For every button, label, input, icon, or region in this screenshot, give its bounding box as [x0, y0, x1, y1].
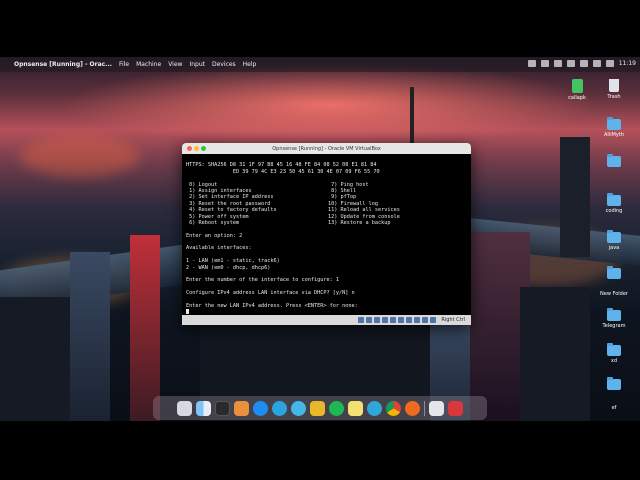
app-name[interactable]: Opnsense [Running] - Orac... [14, 61, 112, 68]
spotify-icon[interactable] [329, 400, 344, 416]
desktop-icon-ef[interactable]: ef [594, 405, 634, 411]
trash-dock-icon[interactable] [429, 400, 444, 416]
usb-icon[interactable] [390, 317, 397, 323]
maximize-button[interactable] [201, 146, 206, 151]
minimize-button[interactable] [194, 146, 199, 151]
window-title: Opnsense [Running] - Oracle VM VirtualBo… [272, 145, 381, 152]
vm-console[interactable]: HTTPS: SHA256 D8 31 1F 97 B8 45 16 48 FE… [182, 154, 471, 315]
menubar-clock[interactable]: 11:19 [619, 60, 636, 67]
menu-option: 12) Update from console [328, 213, 400, 220]
desktop-icon-allimyth[interactable]: AlliMyth [594, 117, 634, 138]
menu-machine[interactable]: Machine [136, 61, 161, 68]
desktop-icon-label: callapk [568, 95, 586, 101]
desktop-icon-folder-11[interactable] [594, 377, 634, 392]
desktop-icon-new-folder[interactable]: New Folder [594, 278, 634, 297]
desktop-icon-label: New Folder [600, 291, 628, 297]
folder-icon [607, 308, 621, 321]
status-icon-1[interactable] [527, 60, 536, 67]
menu-input[interactable]: Input [189, 61, 205, 68]
desktop-icon-label: coding [605, 208, 623, 214]
firefox-icon[interactable] [405, 400, 420, 416]
telegram-icon[interactable] [272, 400, 287, 416]
desktop-icon-xd[interactable]: xd [594, 343, 634, 364]
desktop-icon-callapk[interactable]: callapk [557, 79, 597, 101]
finder-icon[interactable] [196, 400, 211, 416]
trash-icon [609, 79, 619, 92]
desktop-icon-telegram[interactable]: Telegram [594, 308, 634, 329]
console-menu: 0) Logout 1) Assign interfaces 2) Set in… [186, 182, 471, 227]
desktop-icon-java[interactable]: java [594, 230, 634, 251]
desktop-icon-label: java [608, 245, 620, 251]
vpn-icon[interactable] [291, 400, 306, 416]
menu-option: 6) Reboot system [186, 219, 240, 226]
network-icon[interactable] [382, 317, 389, 323]
notes-icon[interactable] [348, 400, 363, 416]
menu-file[interactable]: File [119, 61, 129, 68]
optical-drive-icon[interactable] [366, 317, 373, 323]
edge-icon[interactable] [367, 400, 382, 416]
menu-bar: Opnsense [Running] - Orac... File Machin… [0, 57, 640, 72]
host-key-label: Right Ctrl [441, 317, 465, 323]
folder-icon [607, 377, 621, 390]
menu-devices[interactable]: Devices [212, 61, 236, 68]
recording-icon[interactable] [414, 317, 421, 323]
instruments-icon[interactable] [234, 400, 249, 416]
menu-help[interactable]: Help [243, 61, 257, 68]
desktop-icon-label: ef [611, 405, 617, 411]
hard-disk-icon[interactable] [358, 317, 365, 323]
mouse-integration-icon[interactable] [422, 317, 429, 323]
menu-option: 11) Reload all services [328, 207, 400, 214]
vscode-icon[interactable] [310, 400, 325, 416]
control-center-icon[interactable] [605, 60, 614, 67]
folder-icon [607, 154, 621, 167]
search-icon[interactable] [592, 60, 601, 67]
virtualbox-icon[interactable] [448, 400, 463, 416]
desktop-icon-label: Trash [607, 94, 621, 100]
battery-icon[interactable] [579, 60, 588, 67]
desktop-icon-coding[interactable]: coding [594, 193, 634, 214]
dock [153, 396, 487, 420]
vm-status-bar: Right Ctrl [182, 315, 471, 325]
status-icon-2[interactable] [540, 60, 549, 67]
desktop-icon-label: AlliMyth [604, 132, 624, 138]
text-cursor [186, 309, 189, 315]
desktop-icon-trash[interactable]: Trash [594, 79, 634, 100]
virtualbox-window[interactable]: Opnsense [Running] - Oracle VM VirtualBo… [182, 143, 471, 325]
folder-icon [607, 343, 621, 356]
terminal-icon[interactable] [215, 400, 230, 416]
keyboard-icon[interactable] [430, 317, 437, 323]
menu-view[interactable]: View [168, 61, 182, 68]
chrome-icon[interactable] [386, 400, 401, 416]
apk-file-icon [571, 79, 583, 93]
desktop-icon-label: Telegram [602, 323, 626, 329]
dock-separator [424, 400, 425, 416]
close-button[interactable] [187, 146, 192, 151]
folder-icon [607, 230, 621, 243]
desktop-icon-folder-2[interactable] [594, 154, 634, 169]
status-icon-3[interactable] [553, 60, 562, 67]
shared-folder-icon[interactable] [398, 317, 405, 323]
audio-icon[interactable] [374, 317, 381, 323]
display-icon[interactable] [406, 317, 413, 323]
desktop-icon-label: xd [610, 358, 618, 364]
menu-option: 13) Restore a backup [328, 219, 391, 226]
wifi-icon[interactable] [566, 60, 575, 67]
folder-icon [607, 193, 621, 206]
launchpad-icon[interactable] [177, 400, 192, 416]
folder-icon [607, 117, 621, 130]
window-titlebar[interactable]: Opnsense [Running] - Oracle VM VirtualBo… [182, 143, 471, 154]
app-store-icon[interactable] [253, 400, 268, 416]
